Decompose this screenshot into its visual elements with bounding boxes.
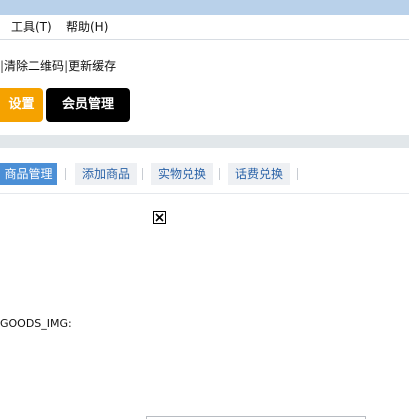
window-titlebar xyxy=(0,0,409,15)
section-divider xyxy=(0,135,409,148)
tab-add-goods[interactable]: 添加商品 xyxy=(75,163,138,185)
menu-help[interactable]: 帮助(H) xyxy=(66,20,108,35)
tab-divider xyxy=(219,168,220,180)
tab-divider xyxy=(65,168,66,180)
goods-img-label: GOODS_IMG: xyxy=(0,317,72,330)
tab-goods-management[interactable]: 商品管理 xyxy=(0,163,57,185)
action-links: |清除二维码|更新缓存 xyxy=(0,59,116,74)
tab-divider xyxy=(297,168,298,180)
member-management-button[interactable]: 会员管理 xyxy=(46,88,130,122)
menu-bar: 工具(T) 帮助(H) xyxy=(0,15,409,40)
clear-qrcode-link[interactable]: 清除二维码 xyxy=(4,59,64,73)
tab-divider xyxy=(142,168,143,180)
close-x-glyph xyxy=(155,213,164,222)
tab-physical-exchange[interactable]: 实物兑换 xyxy=(151,163,214,185)
update-cache-link[interactable]: 更新缓存 xyxy=(68,59,116,73)
tab-underline xyxy=(0,193,409,194)
broken-image-icon xyxy=(153,211,166,224)
settings-button[interactable]: 设置 xyxy=(0,88,43,122)
tab-phone-credit-exchange[interactable]: 话费兑换 xyxy=(228,163,291,185)
menu-tools[interactable]: 工具(T) xyxy=(11,20,52,35)
